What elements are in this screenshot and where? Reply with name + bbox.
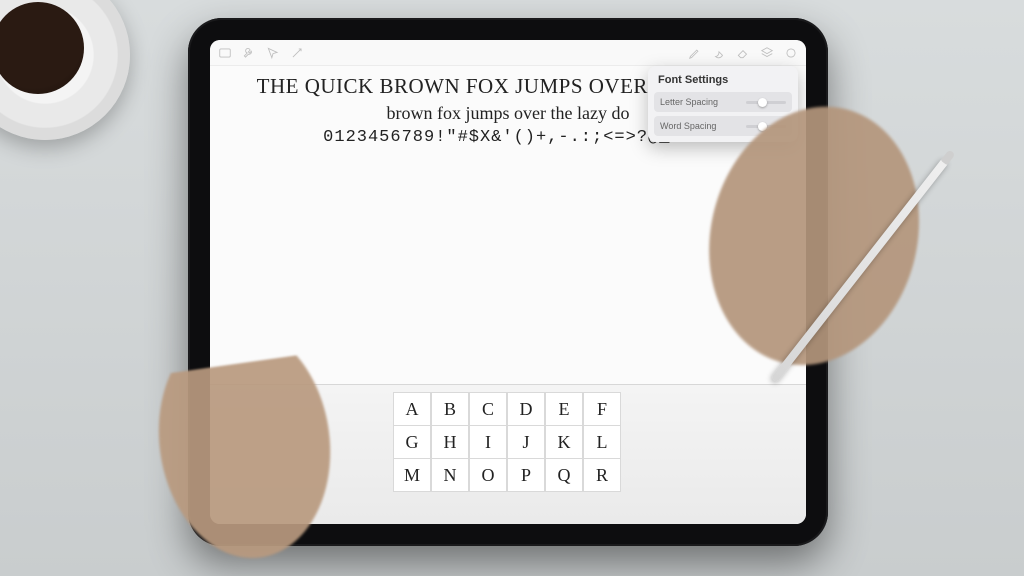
glyph-cell[interactable]: G [393, 425, 431, 459]
word-spacing-row[interactable]: Word Spacing [654, 116, 792, 136]
glyph-cell[interactable]: N [431, 458, 469, 492]
top-toolbar [210, 40, 806, 66]
glyph-cell[interactable]: B [431, 392, 469, 426]
glyph-cell[interactable]: D [507, 392, 545, 426]
letter-spacing-row[interactable]: Letter Spacing [654, 92, 792, 112]
select-icon[interactable] [266, 46, 280, 60]
popover-title: Font Settings [654, 72, 792, 92]
glyph-cell[interactable]: I [469, 425, 507, 459]
word-spacing-slider[interactable] [746, 125, 786, 128]
glyph-cell[interactable]: C [469, 392, 507, 426]
glyph-cell[interactable]: Q [545, 458, 583, 492]
coffee-cup [0, 0, 130, 140]
letter-spacing-label: Letter Spacing [660, 97, 718, 107]
glyph-panel: A B C D E F G H I J K L M N O P Q R [210, 384, 806, 524]
glyph-cell[interactable]: E [545, 392, 583, 426]
pencil-icon[interactable] [688, 46, 702, 60]
color-icon[interactable] [784, 46, 798, 60]
glyph-cell[interactable]: M [393, 458, 431, 492]
glyph-cell[interactable]: P [507, 458, 545, 492]
layers-icon[interactable] [760, 46, 774, 60]
ipad-frame: THE QUICK BROWN FOX JUMPS OVER THE LAZY … [188, 18, 828, 546]
glyph-cell[interactable]: O [469, 458, 507, 492]
word-spacing-label: Word Spacing [660, 121, 716, 131]
glyph-cell[interactable]: H [431, 425, 469, 459]
glyph-cell[interactable]: A [393, 392, 431, 426]
glyph-grid: A B C D E F G H I J K L M N O P Q R [394, 393, 622, 492]
gallery-icon[interactable] [218, 46, 232, 60]
app-screen: THE QUICK BROWN FOX JUMPS OVER THE LAZY … [210, 40, 806, 524]
glyph-cell[interactable]: J [507, 425, 545, 459]
smudge-icon[interactable] [712, 46, 726, 60]
eraser-icon[interactable] [736, 46, 750, 60]
glyph-cell[interactable]: F [583, 392, 621, 426]
wrench-icon[interactable] [242, 46, 256, 60]
wand-icon[interactable] [290, 46, 304, 60]
glyph-cell[interactable]: K [545, 425, 583, 459]
font-settings-popover: Font Settings Letter Spacing Word Spacin… [648, 66, 798, 142]
letter-spacing-slider[interactable] [746, 101, 786, 104]
glyph-cell[interactable]: R [583, 458, 621, 492]
glyph-cell[interactable]: L [583, 425, 621, 459]
